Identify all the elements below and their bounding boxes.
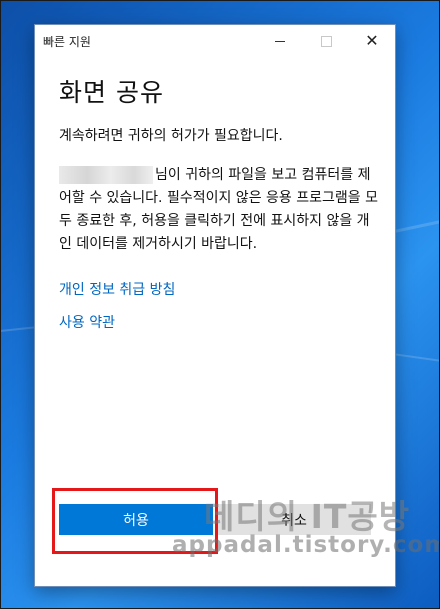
- maximize-button: [303, 25, 349, 57]
- privacy-policy-link[interactable]: 개인 정보 취급 방침: [59, 279, 175, 299]
- redacted-helper-name: [59, 166, 153, 184]
- allow-button[interactable]: 허용: [59, 504, 213, 535]
- maximize-icon: [320, 35, 332, 47]
- title-bar: 빠른 지원 ✕: [35, 25, 395, 57]
- window-title: 빠른 지원: [43, 35, 91, 49]
- watermark-name: 데디의 IT공방: [204, 497, 411, 536]
- close-icon: ✕: [365, 31, 379, 50]
- page-title: 화면 공유: [59, 78, 164, 107]
- terms-of-use-link[interactable]: 사용 약관: [59, 312, 115, 332]
- close-button[interactable]: ✕: [349, 25, 395, 57]
- watermark-url: appadal.tistory.com: [172, 532, 440, 558]
- permission-text: 계속하려면 귀하의 허가가 필요합니다.: [59, 128, 283, 144]
- minimize-button[interactable]: [257, 25, 303, 57]
- allow-button-label: 허용: [123, 512, 149, 529]
- description-text: 님이 귀하의 파일을 보고 컴퓨터를 제어할 수 있습니다. 필수적이지 않은 …: [59, 164, 381, 256]
- minimize-icon: [275, 40, 285, 42]
